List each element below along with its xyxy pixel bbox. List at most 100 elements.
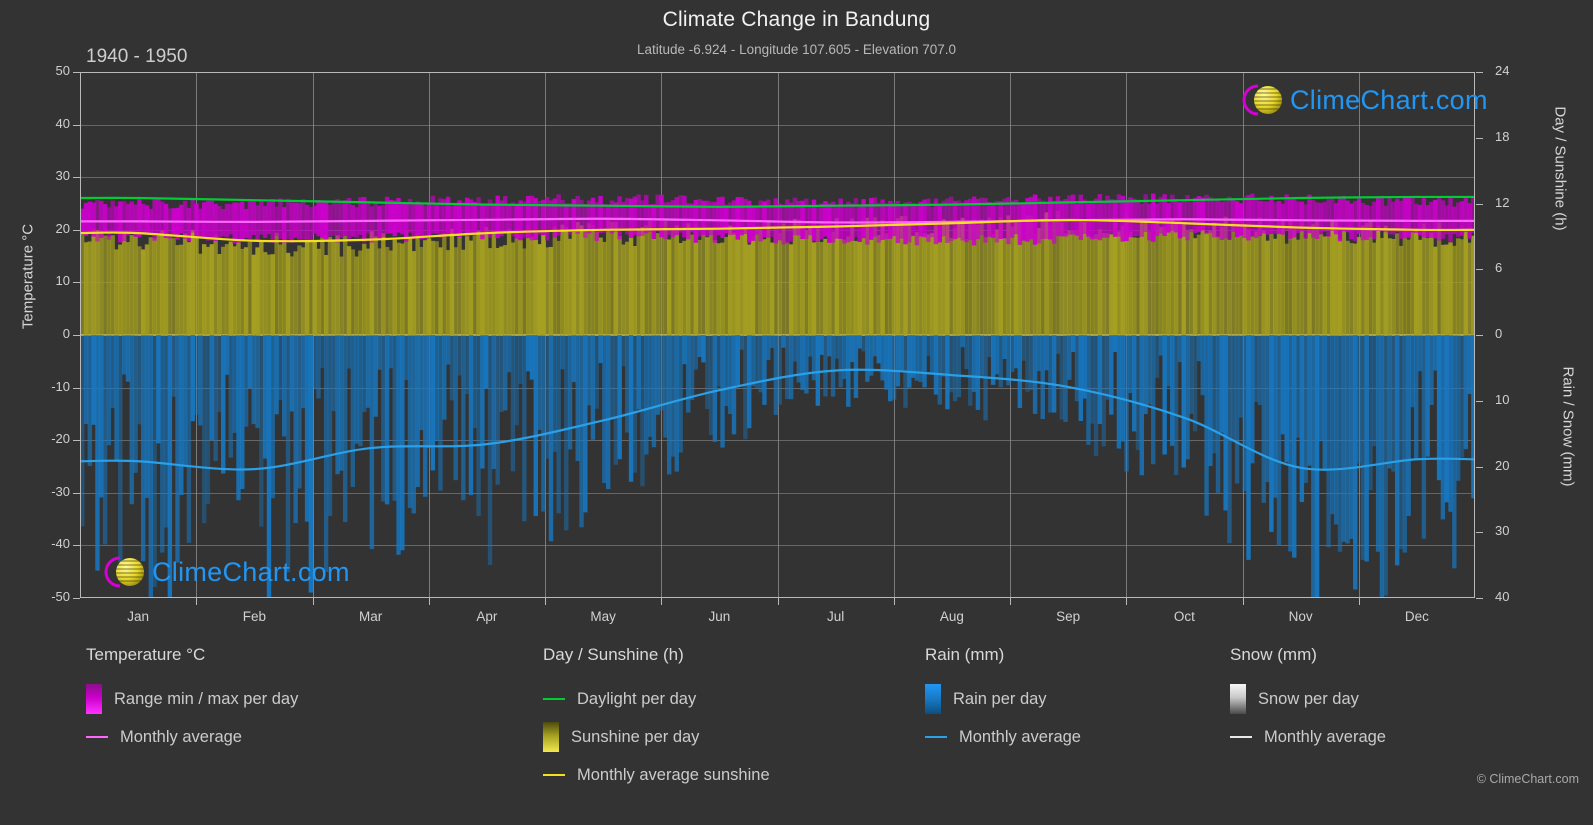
y-axis-right-tickmark xyxy=(1476,269,1483,271)
y-axis-left-tickmark xyxy=(73,492,80,494)
swatch-snow-icon xyxy=(1230,684,1246,714)
swatch-temp-average-icon xyxy=(86,736,108,738)
y-axis-left-tick: 30 xyxy=(55,168,70,184)
swatch-sunshine-icon xyxy=(543,722,559,752)
x-axis-tickmark xyxy=(661,598,663,605)
legend-group-temperature: Temperature °C Range min / max per day M… xyxy=(86,645,298,756)
y-axis-left-tick: 0 xyxy=(62,326,70,341)
y-axis-left-tick: -40 xyxy=(51,536,70,552)
y-axis-right-top-tick: 24 xyxy=(1495,63,1510,78)
swatch-temp-range-icon xyxy=(86,684,102,714)
x-axis-tick-feb: Feb xyxy=(242,609,266,624)
y-axis-right-bottom-tick: 20 xyxy=(1495,457,1510,473)
legend-item-rain[interactable]: Rain per day xyxy=(925,680,1081,718)
period-label: 1940 - 1950 xyxy=(86,46,188,67)
y-axis-right-tickmark xyxy=(1476,532,1483,534)
legend-item-snow[interactable]: Snow per day xyxy=(1230,680,1386,718)
y-axis-right-bottom-tick: 30 xyxy=(1495,523,1510,539)
x-axis-tick-nov: Nov xyxy=(1288,609,1313,624)
x-axis-tick-oct: Oct xyxy=(1173,609,1195,624)
x-axis-tickmark xyxy=(1242,598,1244,605)
swatch-rain-average-icon xyxy=(925,736,947,738)
footer-credit: © ClimeChart.com xyxy=(1476,772,1579,786)
swatch-rain-icon xyxy=(925,684,941,714)
y-axis-left-tick: -20 xyxy=(51,431,70,447)
y-axis-right-top-tick: 18 xyxy=(1495,128,1510,144)
legend-group-rain: Rain (mm) Rain per day Monthly average xyxy=(925,645,1081,756)
legend-label-temp-range: Range min / max per day xyxy=(114,689,299,708)
x-axis-tickmark xyxy=(1358,598,1360,605)
legend-heading-snow: Snow (mm) xyxy=(1230,645,1317,664)
x-axis-tick-jul: Jul xyxy=(826,609,845,624)
legend-item-sunshine[interactable]: Sunshine per day xyxy=(543,718,770,756)
y-axis-right-top-title: Day / Sunshine (h) xyxy=(1551,106,1569,231)
watermark-text-bottom: ClimeChart.com xyxy=(152,556,350,587)
x-axis-tickmark xyxy=(1010,598,1011,605)
x-axis-tickmark xyxy=(312,598,314,605)
legend-item-rain-average[interactable]: Monthly average xyxy=(925,718,1081,756)
y-axis-left-tick: -50 xyxy=(51,589,70,604)
legend-heading-rain: Rain (mm) xyxy=(925,645,1005,664)
x-axis-tick-sep: Sep xyxy=(1056,609,1081,624)
legend-group-snow: Snow (mm) Snow per day Monthly average xyxy=(1230,645,1386,756)
y-axis-left-tick: 50 xyxy=(55,63,70,78)
y-axis-right-tickmark xyxy=(1476,335,1483,336)
legend-item-temp-range[interactable]: Range min / max per day xyxy=(86,680,298,718)
y-axis-left-tickmark xyxy=(73,335,80,336)
x-axis-tick-aug: Aug xyxy=(939,609,964,624)
swatch-daylight-icon xyxy=(543,698,565,700)
legend-label-sunshine: Sunshine per day xyxy=(571,727,700,746)
legend-item-sunshine-average[interactable]: Monthly average sunshine xyxy=(543,756,770,794)
page-title: Climate Change in Bandung xyxy=(662,8,931,31)
chart-plot-area xyxy=(80,72,1475,598)
y-axis-right-top-tick: 12 xyxy=(1495,194,1510,210)
climechart-logo-icon xyxy=(1242,84,1282,116)
legend-item-snow-average[interactable]: Monthly average xyxy=(1230,718,1386,756)
y-axis-left-tick: -30 xyxy=(51,483,70,499)
legend-label-snow: Snow per day xyxy=(1258,689,1359,708)
y-axis-left-tickmark xyxy=(73,229,80,231)
x-axis-tick-jan: Jan xyxy=(127,609,150,624)
x-axis-tick-jun: Jun xyxy=(708,609,731,624)
y-axis-left-tickmark xyxy=(73,282,80,284)
y-axis-left-tickmark xyxy=(73,545,80,547)
x-axis-tickmark xyxy=(1126,598,1128,605)
y-axis-right-tickmark xyxy=(1476,72,1483,73)
y-axis-right-tickmark xyxy=(1476,137,1483,139)
y-axis-right-tickmark xyxy=(1476,466,1483,468)
y-axis-left-tick: 10 xyxy=(55,273,70,289)
legend-item-temp-average[interactable]: Monthly average xyxy=(86,718,298,756)
legend-label-sunshine-average: Monthly average sunshine xyxy=(577,765,770,784)
y-axis-left-tickmark xyxy=(73,598,80,599)
legend-label-temp-average: Monthly average xyxy=(120,727,242,746)
x-axis-tickmark xyxy=(777,598,779,605)
y-axis-left-tickmark xyxy=(73,177,80,179)
x-axis-tickmark xyxy=(545,598,546,605)
y-axis-left-tickmark xyxy=(73,72,80,73)
x-axis-tick-mar: Mar xyxy=(359,609,383,624)
y-axis-right-tickmark xyxy=(1476,598,1483,599)
legend-label-snow-average: Monthly average xyxy=(1264,727,1386,746)
legend-item-daylight[interactable]: Daylight per day xyxy=(543,680,770,718)
watermark-logo-bottom: ClimeChart.com xyxy=(94,552,350,592)
x-axis-tick-may: May xyxy=(590,609,616,624)
y-axis-right-top-tick: 6 xyxy=(1495,260,1503,276)
chart-subtitle: Latitude -6.924 - Longitude 107.605 - El… xyxy=(637,42,956,57)
y-axis-right-bottom-tick: 40 xyxy=(1495,589,1510,604)
watermark-logo-top: ClimeChart.com xyxy=(1232,80,1488,120)
y-axis-left-tick: 40 xyxy=(55,115,70,131)
x-axis-tickmark xyxy=(428,598,430,605)
x-axis-tick-apr: Apr xyxy=(476,609,498,624)
y-axis-right-tickmark xyxy=(1476,400,1483,402)
x-axis-tickmark xyxy=(196,598,198,605)
legend-label-daylight: Daylight per day xyxy=(577,689,697,708)
legend-group-sunshine: Day / Sunshine (h) Daylight per day Suns… xyxy=(543,645,770,794)
x-axis-tickmark xyxy=(893,598,895,605)
y-axis-left-tickmark xyxy=(73,124,80,126)
legend-heading-temperature: Temperature °C xyxy=(86,645,206,664)
climechart-logo-icon xyxy=(104,556,144,588)
y-axis-right-bottom-tick: 10 xyxy=(1495,391,1510,407)
swatch-snow-average-icon xyxy=(1230,736,1252,738)
legend-label-rain: Rain per day xyxy=(953,689,1047,708)
y-axis-right-bottom-title: Rain / Snow (mm) xyxy=(1559,366,1577,487)
